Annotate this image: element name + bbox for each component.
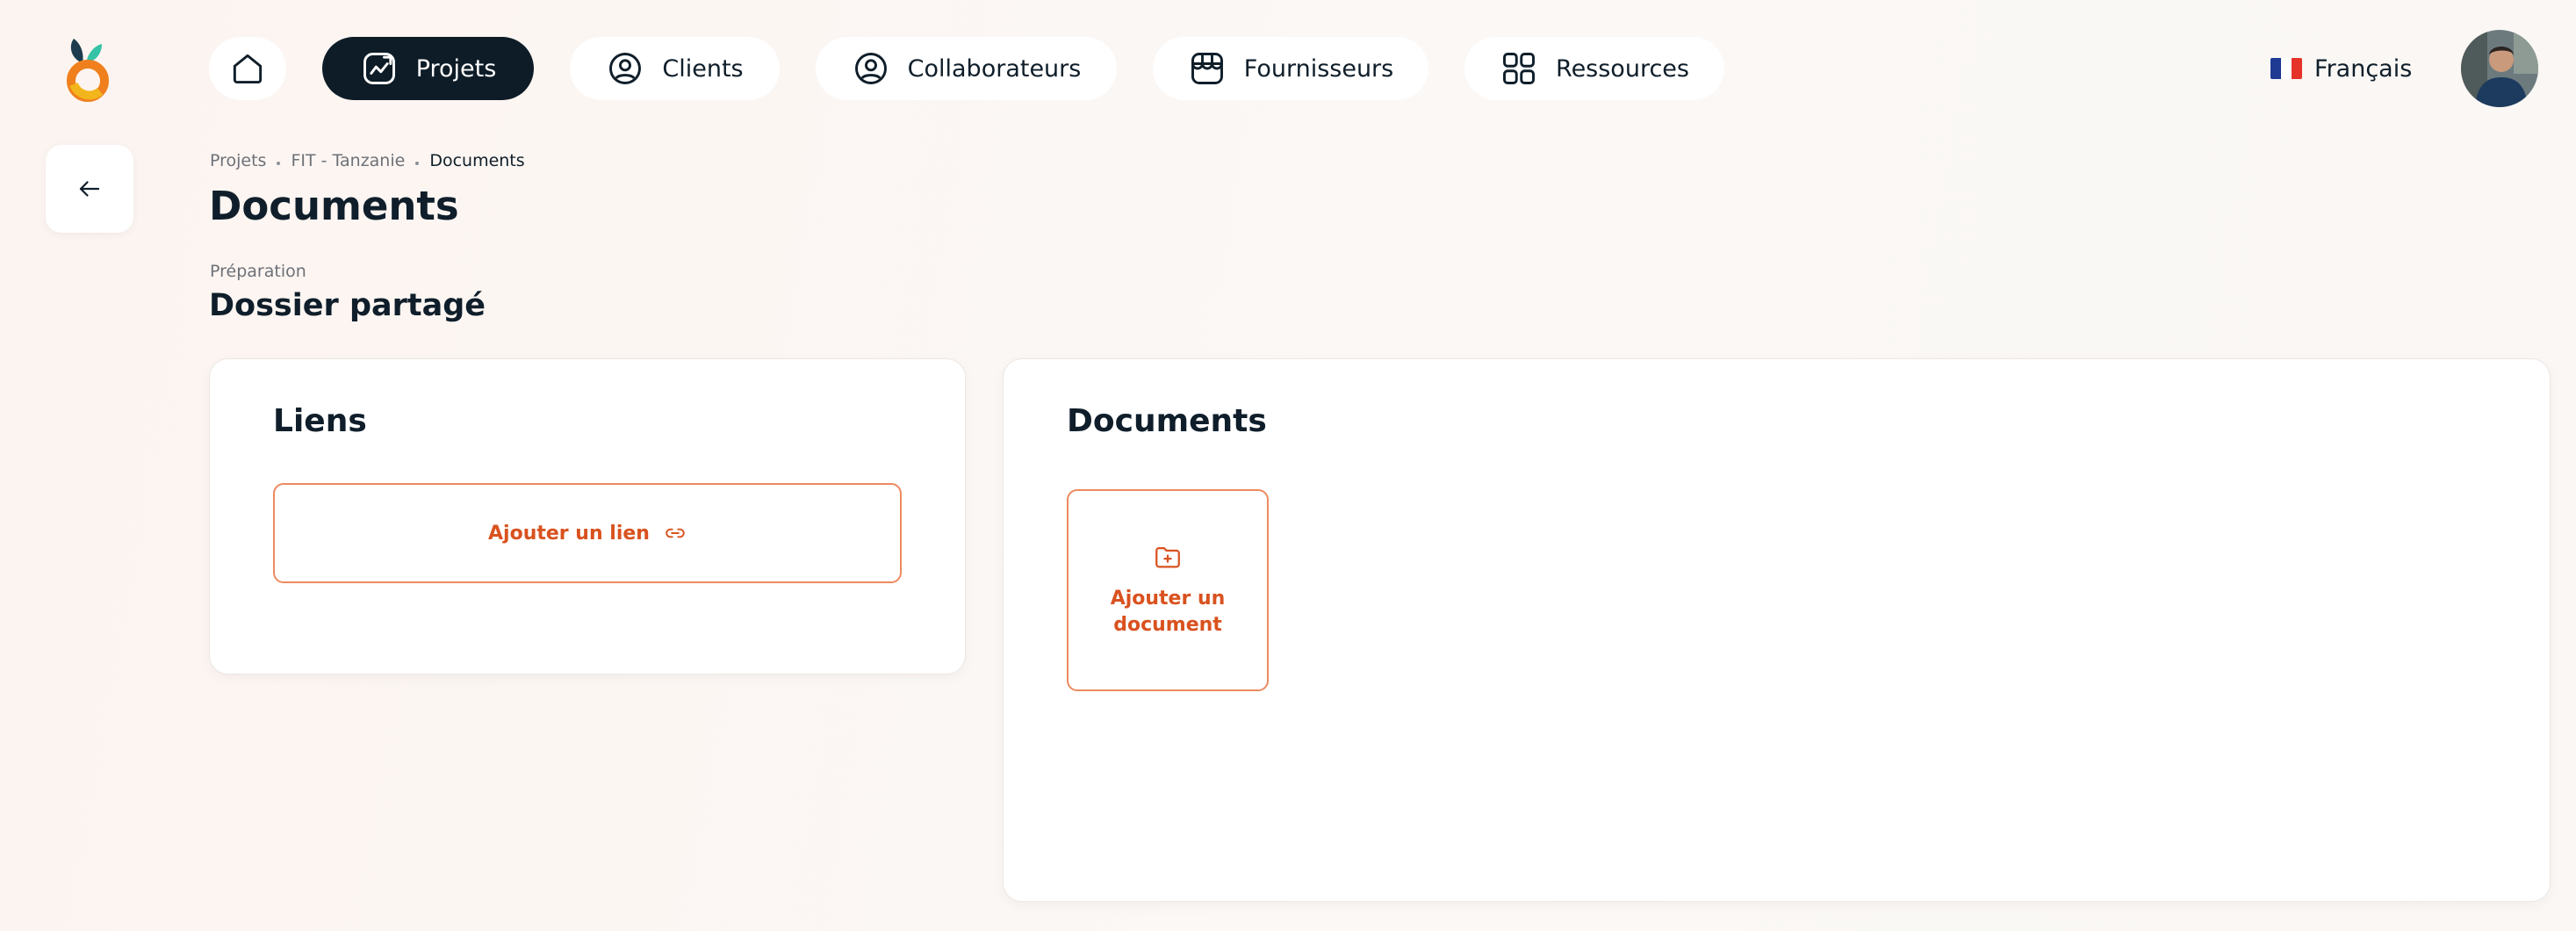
- france-flag-icon: [2270, 58, 2302, 79]
- links-card-title: Liens: [273, 403, 367, 439]
- chart-edit-icon: [363, 53, 395, 84]
- arrow-left-icon: [79, 181, 100, 197]
- home-icon: [233, 54, 263, 84]
- shop-icon: [1191, 53, 1223, 84]
- back-button[interactable]: [46, 145, 133, 233]
- nav-fournisseurs-button[interactable]: Fournisseurs: [1153, 37, 1428, 100]
- add-document-button[interactable]: Ajouter un document: [1067, 489, 1269, 691]
- breadcrumb-item[interactable]: Projets: [210, 151, 266, 170]
- page-title: Documents: [209, 183, 459, 229]
- grid-icon: [1503, 53, 1535, 84]
- app-logo[interactable]: [61, 35, 114, 105]
- breadcrumb: Projets FIT - Tanzanie Documents: [210, 151, 525, 170]
- nav-collaborateurs-button[interactable]: Collaborateurs: [816, 37, 1117, 100]
- add-link-label: Ajouter un lien: [488, 522, 650, 545]
- nav-home-button[interactable]: [209, 37, 286, 100]
- nav-ressources-button[interactable]: Ressources: [1464, 37, 1724, 100]
- nav-fournisseurs-label: Fournisseurs: [1243, 54, 1394, 83]
- breadcrumb-separator: [415, 162, 420, 165]
- user-circle-icon: [854, 53, 887, 84]
- nav-projets-label: Projets: [415, 54, 497, 83]
- link-icon: [666, 528, 685, 538]
- section-title: Dossier partagé: [209, 288, 486, 323]
- breadcrumb-separator: [277, 162, 281, 165]
- documents-card: Documents Ajouter un document: [1003, 358, 2551, 902]
- links-card: Liens Ajouter un lien: [209, 358, 966, 675]
- nav-clients-button[interactable]: Clients: [570, 37, 780, 100]
- add-link-button[interactable]: Ajouter un lien: [273, 483, 902, 583]
- user-avatar[interactable]: [2461, 30, 2538, 107]
- breadcrumb-current: Documents: [429, 151, 525, 170]
- user-circle-icon: [609, 53, 642, 84]
- language-label: Français: [2314, 54, 2413, 83]
- nav-clients-label: Clients: [662, 54, 744, 83]
- nav-ressources-label: Ressources: [1556, 54, 1689, 83]
- breadcrumb-item[interactable]: FIT - Tanzanie: [291, 151, 405, 170]
- folder-add-icon: [1155, 546, 1180, 568]
- documents-card-title: Documents: [1067, 403, 1267, 439]
- add-document-label: Ajouter un document: [1110, 588, 1226, 636]
- nav-projets-button[interactable]: Projets: [322, 37, 534, 100]
- section-subtitle: Préparation: [210, 262, 306, 281]
- nav-collaborateurs-label: Collaborateurs: [907, 54, 1082, 83]
- language-selector[interactable]: Français: [2270, 51, 2412, 86]
